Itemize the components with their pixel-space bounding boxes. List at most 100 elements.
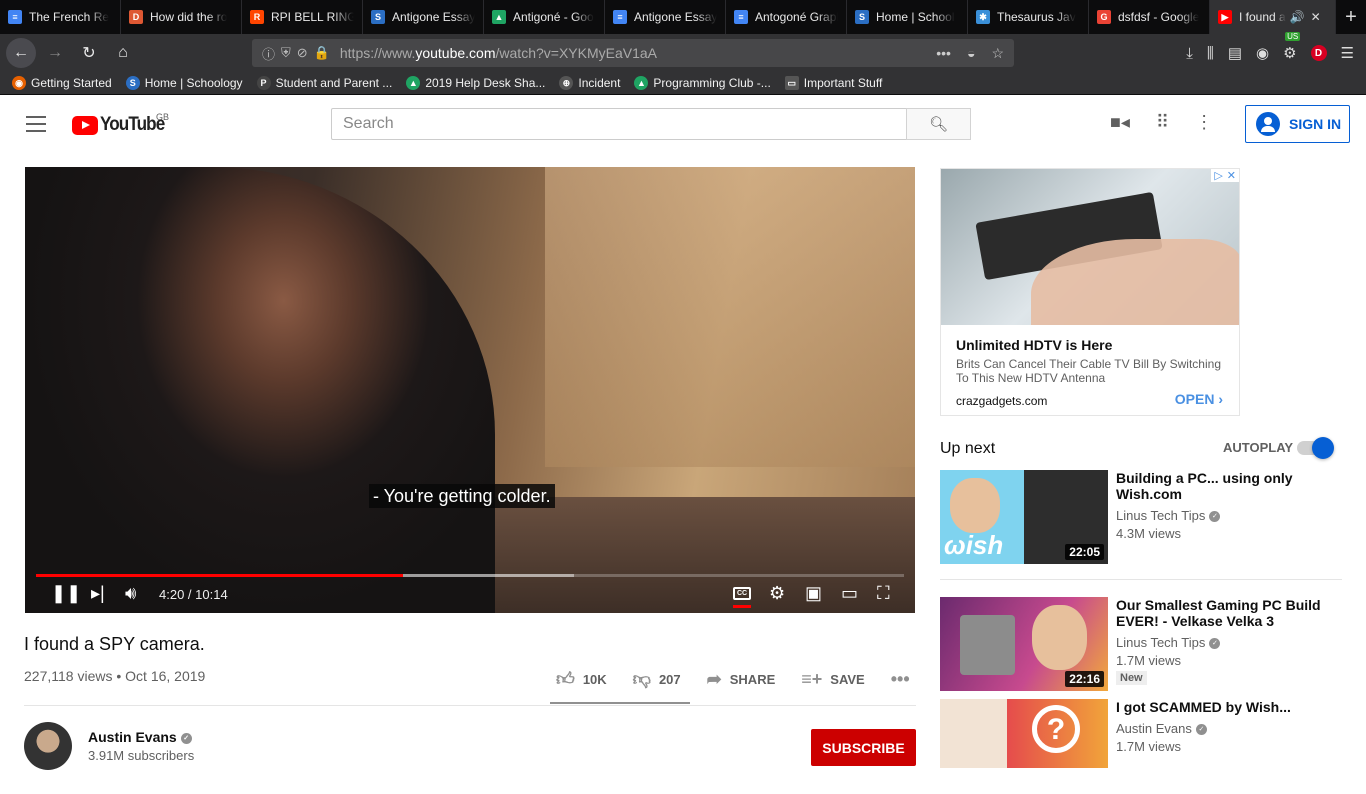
back-button[interactable]: ← [6,38,36,68]
permissions-icon[interactable]: ⊘ [297,45,308,61]
bookmark-item[interactable]: S Home | Schoology [125,76,243,90]
next-icon[interactable]: ▸| [91,583,105,604]
url-bar[interactable]: ⓘ ⛨ ⊘ 🔒 https://www. youtube.com/watch?v=… [252,39,1014,67]
tab-bar: ≡ The French Re D How did the ro R RPI BELL… [0,0,1366,34]
library-icon[interactable]: ⫼ [1207,45,1214,62]
recommendation-item[interactable]: ωish 22:05 Building a PC... using only W… [940,470,1360,565]
video-thumbnail[interactable]: ? [940,699,1108,768]
new-tab-button[interactable]: + [1336,0,1366,34]
settings-more-icon[interactable]: ⋮ [1195,112,1213,133]
browser-tab[interactable]: D How did the ro [121,0,242,34]
bookmark-item[interactable]: ◉ Getting Started [12,76,112,90]
shield-icon[interactable]: ⛨ [281,45,291,61]
volume-icon[interactable]: 🔊︎ [125,583,136,604]
browser-tab[interactable]: ≡ Antogoné Graph [726,0,847,34]
browser-tab[interactable]: S Antigone Essay [363,0,484,34]
settings-gear-icon[interactable]: ⚙ [769,583,785,604]
downloads-icon[interactable]: ⤓ [1186,45,1193,62]
search-input[interactable]: Search [331,108,907,140]
bookmark-folder[interactable]: ▭ Important Stuff [784,76,882,90]
forward-button[interactable]: → [40,38,70,68]
tab-favicon-icon: ≡ [613,10,627,24]
pause-icon[interactable]: ❚❚ [51,583,81,604]
video-player[interactable]: - You're getting colder. ❚❚ ▸| 🔊︎ 4:20 /… [25,167,915,613]
subscribe-button[interactable]: SUBSCRIBE [811,729,916,766]
video-thumbnail[interactable]: 22:16 [940,597,1108,691]
dislike-button[interactable]: 👎︎ 207 [633,668,681,690]
channel-name[interactable]: Austin Evans ✓ [88,729,192,745]
video-thumbnail[interactable]: ωish 22:05 [940,470,1108,564]
info-icon[interactable]: ⓘ [262,44,275,63]
home-button[interactable]: ⌂ [108,38,138,68]
account-icon[interactable]: ◉ [1256,44,1269,62]
verified-check-icon: ✓ [1209,511,1221,523]
browser-tab[interactable]: R RPI BELL RINGI [242,0,363,34]
browser-tab[interactable]: ≡ The French Re [0,0,121,34]
captions-icon[interactable]: CC [733,587,751,600]
recommendation-item[interactable]: 22:16 Our Smallest Gaming PC Build EVER!… [940,597,1360,692]
browser-tab[interactable]: S Home | School [847,0,968,34]
vpn-extension-icon[interactable]: ⚙ US [1283,32,1301,62]
sidebar-icon[interactable]: ▤ [1228,44,1242,62]
tab-favicon-icon: R [250,10,264,24]
like-button[interactable]: 👍︎ 10K [556,668,607,690]
ad-open-button[interactable]: OPEN › [1175,391,1223,407]
guide-menu-icon[interactable] [26,116,46,132]
ad-domain: crazgadgets.com [956,394,1048,408]
globe-icon: ⊕ [559,76,574,90]
ad-choices-icon[interactable]: ▷ [1214,169,1222,182]
bookmark-item[interactable]: ⊕ Incident [559,76,620,90]
speaker-icon[interactable]: 🔊 [1290,10,1305,24]
autoplay-label: AUTOPLAY [1223,440,1294,455]
url-scheme: https://www. [339,45,416,61]
tab-label: RPI BELL RINGI [271,10,354,24]
autoplay-toggle[interactable] [1297,437,1334,459]
bookmark-star-icon[interactable]: ☆ [991,45,1004,62]
miniplayer-icon[interactable]: ▣ [805,583,822,604]
create-video-icon[interactable]: ■◂ [1110,112,1130,133]
browser-tab[interactable]: ≡ Antigone Essay [605,0,726,34]
share-icon: ➦ [706,668,722,689]
browser-tab[interactable]: ▲ Antigoné - Goo [484,0,605,34]
portal-icon: P [256,76,271,90]
pocket-icon[interactable]: ◒ [967,45,975,62]
ad-close-icon[interactable]: ✕ [1227,169,1236,182]
channel-avatar[interactable] [24,722,72,770]
youtube-logo[interactable]: YouTube GB [72,112,171,136]
sign-in-button[interactable]: SIGN IN [1245,105,1350,143]
theater-mode-icon[interactable]: ▭ [841,583,858,604]
bookmarks-toolbar: ◉ Getting Started S Home | Schoology P Stud… [0,72,1366,95]
bookmark-item[interactable]: P Student and Parent ... [256,76,392,90]
bookmark-item[interactable]: ▲ 2019 Help Desk Sha... [406,76,545,90]
search-button[interactable]: 🔍︎ [906,108,971,140]
more-horizontal-icon: ••• [890,668,910,689]
progress-bar[interactable] [36,574,904,577]
save-button[interactable]: ≡+ SAVE [801,669,864,690]
firefox-icon: ◉ [12,76,26,90]
apps-grid-icon[interactable]: ⠿ [1156,112,1169,133]
share-button[interactable]: ➦ SHARE [707,669,776,690]
close-tab-icon[interactable]: ✕ [1311,10,1321,24]
fullscreen-icon[interactable]: ⛶ [877,583,890,604]
tab-label: Antigoné - Goo [513,10,594,24]
recommendation-channel: Linus Tech Tips ✓ [1116,508,1221,523]
extension-badge: US [1285,32,1301,41]
bookmark-item[interactable]: ▲ Programming Club -... [634,76,771,90]
thumbs-up-icon: 👍︎ [556,669,575,689]
menu-icon[interactable]: ☰ [1341,44,1354,62]
profile-avatar[interactable]: D [1310,45,1327,61]
reload-button[interactable]: ↻ [74,38,104,68]
browser-tab-active[interactable]: ▶ I found a 🔊 ✕ [1210,0,1336,34]
page-actions-icon[interactable]: ••• [936,45,951,62]
tab-favicon-icon: D [129,10,143,24]
more-actions-button[interactable]: ••• [891,669,910,690]
browser-tab[interactable]: ✱ Thesaurus Jav [968,0,1089,34]
browser-tab[interactable]: Gdsfdsf - Google [1089,0,1210,34]
sidebar-ad[interactable]: ▷ ✕ Unlimited HDTV is Here Brits Can Canc… [940,168,1240,416]
tab-favicon-icon: ✱ [976,10,990,24]
divider [940,579,1342,580]
recommendation-item[interactable]: ? I got SCAMMED by Wish... Austin Evans ✓… [940,699,1360,794]
tab-favicon-icon: ≡ [8,10,22,24]
folder-icon: ▭ [784,76,799,90]
captions-active-indicator [733,605,751,608]
